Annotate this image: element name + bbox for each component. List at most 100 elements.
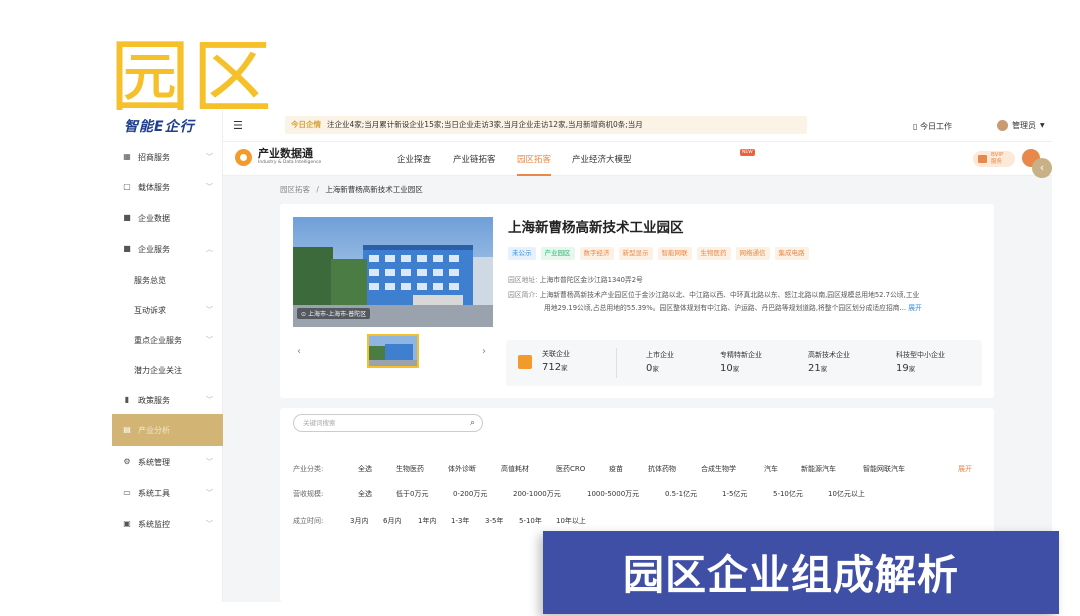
sidebar-item-industry-analysis[interactable]: ▤ 产业分析 — [112, 414, 223, 446]
filter-option[interactable]: 疫苗 — [609, 464, 623, 474]
filter-option[interactable]: 3月内 — [350, 516, 368, 526]
filter-option[interactable]: 生物医药 — [396, 464, 424, 474]
stat-specialized[interactable]: 专精特新企业 10家 — [720, 350, 762, 374]
stat-tech-sme[interactable]: 科技型中小企业 19家 — [896, 350, 945, 374]
breadcrumb: 园区拓客 / 上海新曹杨高新技术工业园区 — [280, 184, 423, 195]
gear-icon: ⚙ — [123, 457, 131, 466]
filter-option[interactable]: 10年以上 — [556, 516, 586, 526]
product-brand[interactable]: 产业数据通 Industry & Data Intelligence — [235, 148, 321, 166]
top-bar: ☰ 今日企情 注企业4家;当月累计新设企业15家;当日企业走访3家,当月企业走访1… — [223, 110, 1052, 142]
stat-listed[interactable]: 上市企业 0家 — [646, 350, 674, 374]
photo-location-tag: ⊙ 上海市-上海市-普陀区 — [297, 308, 371, 319]
filter-option[interactable]: 0.5-1亿元 — [665, 489, 697, 499]
sidebar-item-system-admin[interactable]: ⚙ 系统管理 ﹀ — [112, 447, 223, 477]
tab-chain-prospecting[interactable]: 产业链拓客 — [453, 153, 496, 165]
stat-unit: 家 — [732, 365, 740, 373]
tab-economy-model[interactable]: 产业经济大模型 — [572, 153, 632, 165]
stat-value: 712 — [542, 362, 562, 373]
breadcrumb-parent[interactable]: 园区拓客 — [280, 185, 310, 194]
sidebar-item-label: 系统工具 — [138, 488, 170, 498]
app-window: 智能E企行 ▦ 招商服务 ﹀ ▢ 载体服务 ﹀ ■ 企业数据 ■ 企业服务 ︿ … — [112, 110, 1052, 602]
tag-chip: 新型显示 — [618, 247, 653, 260]
sidebar-item-potential-enterprise[interactable]: 潜力企业关注 — [112, 355, 223, 385]
filter-option[interactable]: 5-10年 — [519, 516, 542, 526]
filter-option[interactable]: 10亿元以上 — [828, 489, 865, 499]
expand-intro-link[interactable]: 展开 — [908, 304, 922, 312]
new-badge: NEW — [740, 149, 755, 156]
menu-toggle-icon[interactable]: ☰ — [233, 119, 243, 132]
filter-row-revenue: 营收规模: 全选 低于0万元 0-200万元 200-1000万元 1000-5… — [293, 489, 993, 501]
filter-option[interactable]: 新能源汽车 — [801, 464, 836, 474]
filter-label: 产业分类: — [293, 465, 324, 473]
sidebar-item-enterprise-data[interactable]: ■ 企业数据 — [112, 203, 223, 233]
filter-option[interactable]: 1000-5000万元 — [587, 489, 639, 499]
vip-icon — [978, 155, 987, 163]
sidebar-item-key-enterprise[interactable]: 重点企业服务 ﹀ — [112, 325, 223, 355]
filter-option[interactable]: 1-5亿元 — [722, 489, 747, 499]
stat-label: 科技型中小企业 — [896, 351, 945, 359]
filter-option[interactable]: 1年内 — [418, 516, 436, 526]
chevron-down-icon: ﹀ — [206, 183, 213, 191]
folder-icon: ■ — [123, 244, 131, 253]
chevron-up-icon: ︿ — [206, 245, 213, 253]
filter-option[interactable]: 医药CRO — [556, 464, 585, 474]
intro-line-1: 上海新曹杨高新技术产业园区位于金沙江路以北、中江路以西、中环真北路以东、怒江北路… — [539, 291, 920, 299]
filter-option[interactable]: 5-10亿元 — [773, 489, 803, 499]
chevron-down-icon: ﹀ — [206, 153, 213, 161]
park-detail-card: ⊙ 上海市-上海市-普陀区 ‹ › 上海新曹杨高新技术工业园区 未公示 产业园区… — [280, 204, 994, 398]
tab-park-prospecting[interactable]: 园区拓客 — [517, 153, 552, 176]
next-photo-button[interactable]: › — [482, 346, 486, 357]
app-logo: 智能E企行 — [124, 119, 195, 135]
sidebar-item-system-monitor[interactable]: ▣ 系统监控 ﹀ — [112, 509, 223, 539]
tag-chip: 智能网联 — [657, 247, 692, 260]
sidebar-item-enterprise-service[interactable]: ■ 企业服务 ︿ — [112, 234, 223, 264]
collapse-button[interactable]: ‹ — [1032, 158, 1052, 178]
filter-option[interactable]: 0-200万元 — [453, 489, 487, 499]
stat-value: 10 — [720, 363, 733, 374]
ticker-tag: 今日企情 — [291, 120, 321, 129]
vip-service-button[interactable]: BVIP 服务 — [973, 151, 1015, 167]
sidebar-item-investment[interactable]: ▦ 招商服务 ﹀ — [112, 142, 223, 172]
filter-option[interactable]: 汽车 — [764, 464, 778, 474]
expand-filter-link[interactable]: 展开 — [958, 464, 972, 474]
vip-label: BVIP — [991, 152, 1004, 158]
photo-thumbnail[interactable] — [367, 334, 419, 368]
filter-option[interactable]: 高值耗材 — [501, 464, 529, 474]
filter-option[interactable]: 低于0万元 — [396, 489, 428, 499]
search-input[interactable]: 关键词搜索 ⌕ — [293, 414, 483, 432]
sidebar-item-system-tools[interactable]: ▭ 系统工具 ﹀ — [112, 478, 223, 508]
filter-option[interactable]: 抗体药物 — [648, 464, 676, 474]
sidebar-item-carrier[interactable]: ▢ 载体服务 ﹀ — [112, 172, 223, 202]
monitor-icon: ▣ — [123, 519, 131, 528]
sidebar-item-label: 重点企业服务 — [134, 335, 182, 345]
sidebar-item-service-overview[interactable]: 服务总览 — [112, 265, 223, 295]
filter-option[interactable]: 全选 — [358, 464, 372, 474]
stat-related-enterprises[interactable]: 关联企业 712家 — [518, 349, 570, 373]
filter-option[interactable]: 合成生物学 — [701, 464, 736, 474]
filter-option[interactable]: 3-5年 — [485, 516, 503, 526]
user-menu[interactable]: 管理员 ▼ — [997, 120, 1045, 131]
filter-option[interactable]: 1-3年 — [451, 516, 469, 526]
filter-option[interactable]: 6月内 — [383, 516, 401, 526]
caret-down-icon: ▼ — [1040, 122, 1045, 129]
stat-high-tech[interactable]: 高新技术企业 21家 — [808, 350, 850, 374]
news-ticker[interactable]: 今日企情 注企业4家;当月累计新设企业15家;当日企业走访3家,当月企业走访12家… — [285, 116, 807, 134]
filter-option[interactable]: 全选 — [358, 489, 372, 499]
filter-option[interactable]: 体外诊断 — [448, 464, 476, 474]
sidebar-item-interaction[interactable]: 互动诉求 ﹀ — [112, 295, 223, 325]
stat-unit: 家 — [820, 365, 828, 373]
sidebar-item-policy[interactable]: ▮ 政策服务 ﹀ — [112, 385, 223, 415]
tab-enterprise-explore[interactable]: 企业探查 — [397, 153, 431, 165]
today-work-button[interactable]: ▯ 今日工作 — [913, 121, 952, 132]
filter-option[interactable]: 智能网联汽车 — [863, 464, 905, 474]
ticker-text: 注企业4家;当月累计新设企业15家;当日企业走访3家,当月企业走访12家,当月新… — [327, 120, 643, 129]
avatar — [997, 120, 1008, 131]
folder-icon: ■ — [123, 213, 131, 222]
chevron-down-icon: ﹀ — [206, 396, 213, 404]
filter-option[interactable]: 200-1000万元 — [513, 489, 561, 499]
stat-unit: 家 — [652, 365, 659, 373]
search-icon[interactable]: ⌕ — [470, 415, 475, 431]
stat-label: 高新技术企业 — [808, 351, 850, 359]
prev-photo-button[interactable]: ‹ — [297, 346, 301, 357]
tag-chip: 数字经济 — [579, 247, 614, 260]
